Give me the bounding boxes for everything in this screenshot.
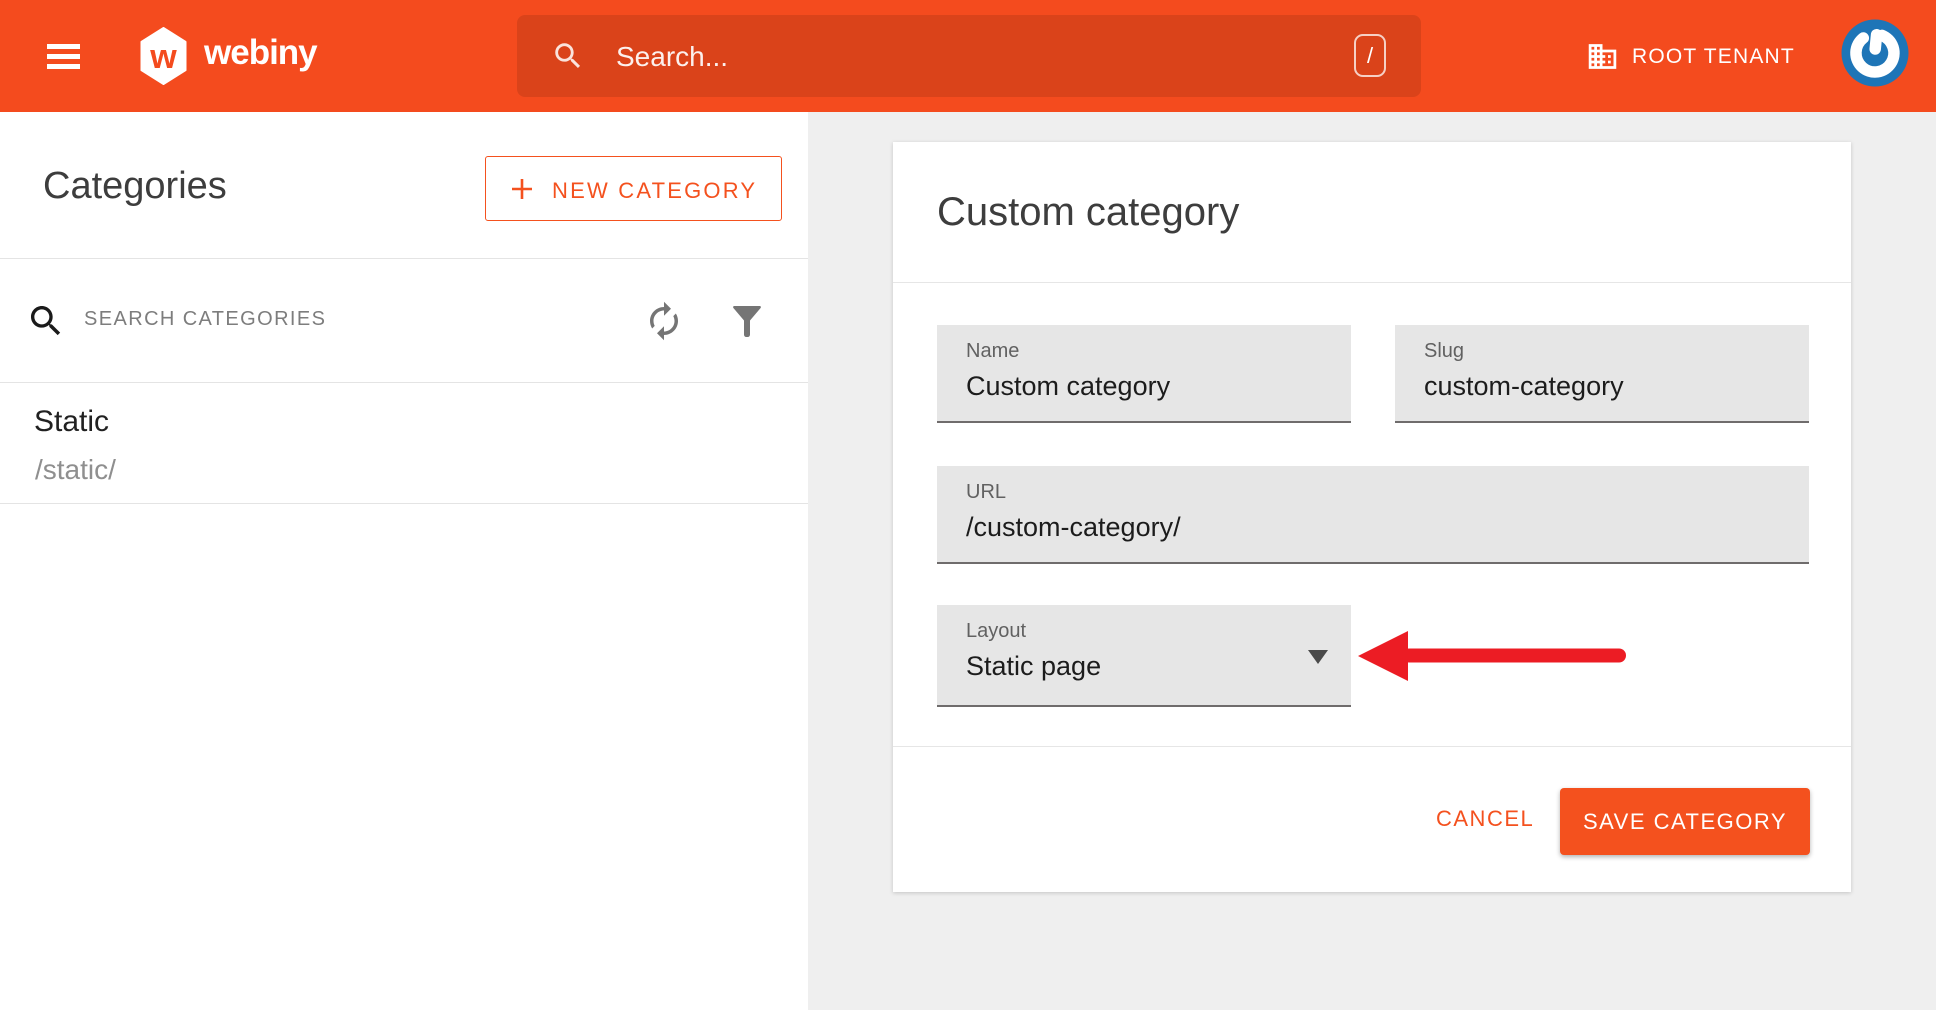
svg-text:w: w [149,38,177,76]
